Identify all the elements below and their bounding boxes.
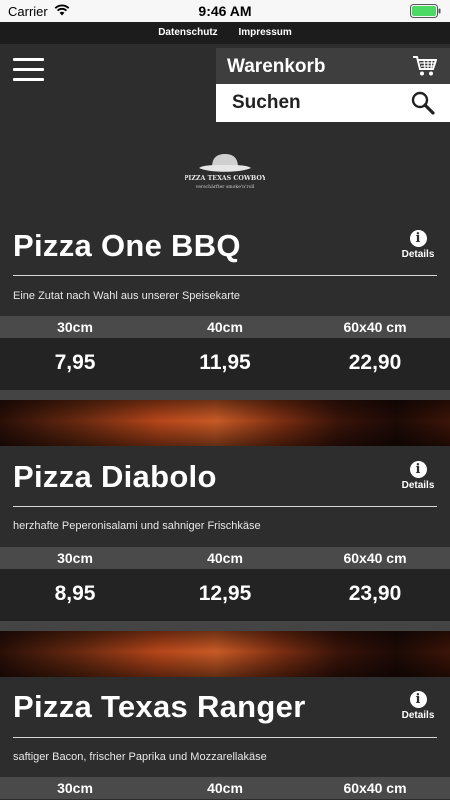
privacy-link[interactable]: Datenschutz — [158, 27, 217, 38]
size-label: 60x40 cm — [343, 319, 407, 335]
svg-text:PIZZA TEXAS COWBOY: PIZZA TEXAS COWBOY — [185, 175, 265, 182]
separator — [0, 390, 450, 400]
search-label: Suchen — [232, 92, 301, 113]
size-label: 40cm — [207, 780, 243, 796]
price-button[interactable]: 7,95 — [0, 351, 150, 375]
brand-logo: PIZZA TEXAS COWBOY verschärfter smoke'n'… — [185, 154, 265, 190]
size-label: 30cm — [57, 319, 93, 335]
details-label: Details — [401, 249, 435, 260]
search-button[interactable]: Suchen — [216, 84, 450, 122]
details-label: Details — [401, 480, 435, 491]
cart-button[interactable]: Warenkorb — [216, 48, 450, 86]
details-button[interactable]: i Details — [400, 691, 436, 721]
price-button[interactable]: 11,95 — [150, 351, 300, 375]
cart-label: Warenkorb — [227, 56, 326, 77]
header: Warenkorb Suchen — [0, 44, 450, 124]
product-banner-image — [0, 631, 450, 677]
price-button[interactable]: 8,95 — [0, 582, 150, 606]
product-banner-image — [0, 400, 450, 446]
product-description: Eine Zutat nach Wahl aus unserer Speisek… — [13, 290, 241, 302]
product-description: saftiger Bacon, frischer Paprika und Moz… — [13, 751, 267, 763]
details-button[interactable]: i Details — [400, 230, 436, 260]
price-row: 7,95 11,95 22,90 — [0, 338, 450, 390]
divider — [13, 506, 437, 507]
status-bar: Carrier 9:46 AM — [0, 0, 450, 22]
size-row: 30cm 40cm 60x40 cm — [0, 777, 450, 799]
size-label: 30cm — [57, 780, 93, 796]
product-title: Pizza Diabolo — [13, 459, 217, 494]
size-label: 30cm — [57, 550, 93, 566]
size-label: 40cm — [207, 319, 243, 335]
details-button[interactable]: i Details — [400, 461, 436, 491]
size-row: 30cm 40cm 60x40 cm — [0, 316, 450, 338]
price-button[interactable]: 12,95 — [150, 582, 300, 606]
divider — [13, 737, 437, 738]
hamburger-icon[interactable] — [13, 58, 44, 82]
top-links: Datenschutz Impressum — [0, 22, 450, 44]
details-label: Details — [401, 710, 435, 721]
divider — [13, 275, 437, 276]
product-title: Pizza Texas Ranger — [13, 689, 306, 724]
svg-text:verschärfter smoke'n'roll: verschärfter smoke'n'roll — [195, 184, 255, 190]
cart-icon — [413, 56, 437, 76]
price-row: 8,95 12,95 23,90 — [0, 569, 450, 621]
info-icon: i — [409, 230, 427, 247]
imprint-link[interactable]: Impressum — [238, 27, 291, 38]
info-icon: i — [409, 691, 427, 708]
size-label: 60x40 cm — [343, 780, 407, 796]
battery-icon — [410, 4, 441, 18]
price-button[interactable]: 22,90 — [300, 351, 450, 375]
size-label: 40cm — [207, 550, 243, 566]
separator — [0, 621, 450, 631]
price-button[interactable]: 23,90 — [300, 582, 450, 606]
size-row: 30cm 40cm 60x40 cm — [0, 547, 450, 569]
size-label: 60x40 cm — [343, 550, 407, 566]
product-title: Pizza One BBQ — [13, 228, 241, 263]
search-icon — [411, 91, 435, 115]
product-description: herzhafte Peperonisalami und sahniger Fr… — [13, 520, 261, 532]
info-icon: i — [409, 461, 427, 478]
clock: 9:46 AM — [198, 3, 252, 19]
